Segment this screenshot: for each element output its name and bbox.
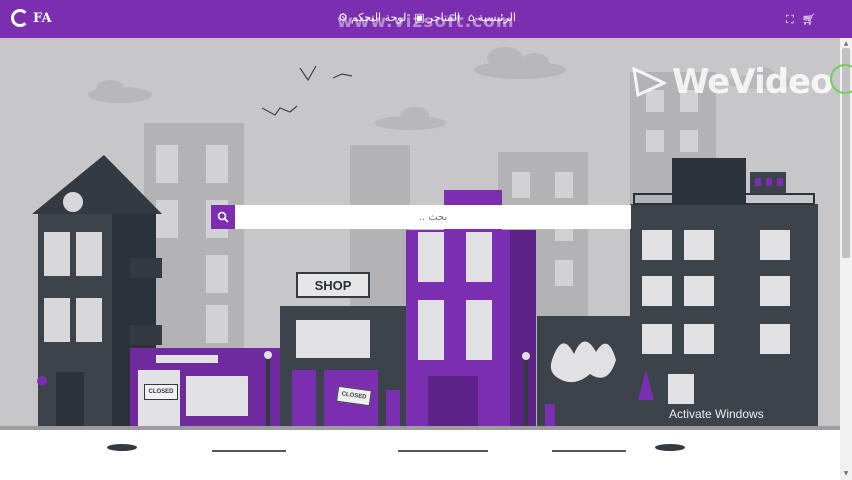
- search-icon: [217, 211, 229, 223]
- shop-building: [280, 306, 406, 428]
- header-actions: ⛶ 🛒︎: [786, 13, 816, 27]
- cart-icon[interactable]: 🛒︎: [802, 13, 816, 27]
- scroll-down-arrow-icon[interactable]: ▼: [842, 470, 850, 477]
- wevideo-watermark: WeVideo: [632, 62, 833, 102]
- trash-bin: [92, 404, 108, 426]
- search-bar: [211, 205, 631, 229]
- road-marking: [398, 450, 488, 452]
- wevideo-logo-icon: [632, 67, 666, 97]
- cursor-highlight-ring: [830, 64, 852, 94]
- search-button[interactable]: [211, 205, 235, 229]
- manhole-right: [655, 444, 685, 451]
- road-marking: [212, 450, 286, 452]
- scroll-up-arrow-icon[interactable]: ▲: [842, 40, 850, 47]
- birds: [261, 65, 353, 116]
- vizsoft-watermark: www.vizsoft.com: [337, 12, 515, 32]
- manhole-left: [107, 444, 137, 451]
- hero-banner: WeVideo SHOP CLOSED CLOSED Activate Wind…: [0, 38, 840, 430]
- top-navbar: FA ⌂ الرئيسية ▣ المتاجر ⚙ لوحة التحكم ww…: [0, 0, 852, 38]
- logo-ring-icon: [11, 9, 29, 27]
- search-input[interactable]: [235, 205, 631, 229]
- closed-sign-left: CLOSED: [144, 384, 178, 400]
- graffiti-wall: [537, 316, 631, 428]
- scan-icon[interactable]: ⛶: [786, 13, 794, 27]
- road-marking: [552, 450, 626, 452]
- activate-windows-watermark: Activate Windows: [669, 407, 764, 421]
- shop-sign: SHOP: [296, 272, 370, 298]
- logo-text: FA: [33, 10, 52, 26]
- wevideo-text: WeVideo: [672, 62, 833, 102]
- page-bottom: [0, 430, 840, 480]
- site-logo[interactable]: FA: [11, 9, 52, 27]
